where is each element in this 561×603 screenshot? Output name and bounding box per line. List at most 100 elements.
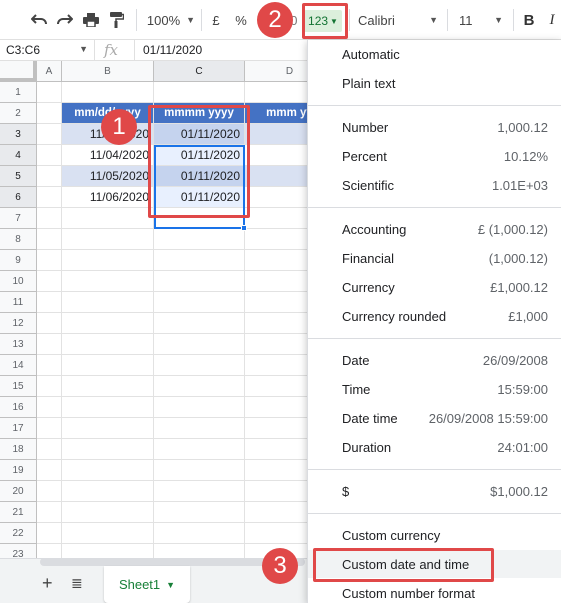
cell-b17[interactable] bbox=[62, 418, 154, 439]
cell-c5[interactable]: 01/11/2020 bbox=[154, 166, 245, 187]
menu-item-percent[interactable]: Percent 10.12% bbox=[308, 142, 561, 170]
cell-a21[interactable] bbox=[37, 502, 62, 523]
cell-c11[interactable] bbox=[154, 292, 245, 313]
add-sheet-icon[interactable]: + bbox=[42, 573, 53, 594]
row-header-12[interactable]: 12 bbox=[0, 313, 37, 334]
cell-b8[interactable] bbox=[62, 229, 154, 250]
cell-b16[interactable] bbox=[62, 397, 154, 418]
row-header-5[interactable]: 5 bbox=[0, 166, 37, 187]
cell-b23[interactable] bbox=[62, 544, 154, 558]
row-header-21[interactable]: 21 bbox=[0, 502, 37, 523]
cell-b1[interactable] bbox=[62, 82, 154, 103]
row-header-11[interactable]: 11 bbox=[0, 292, 37, 313]
row-header-17[interactable]: 17 bbox=[0, 418, 37, 439]
percent-format-button[interactable]: % bbox=[232, 8, 250, 32]
row-header-6[interactable]: 6 bbox=[0, 187, 37, 208]
zoom-select[interactable]: 100% ▼ bbox=[144, 8, 198, 32]
cell-b12[interactable] bbox=[62, 313, 154, 334]
name-box[interactable]: C3:C6 ▼ bbox=[0, 40, 95, 60]
print-icon[interactable] bbox=[80, 8, 102, 32]
font-size-select[interactable]: 11 ▼ bbox=[455, 8, 505, 32]
italic-button[interactable]: I bbox=[545, 8, 559, 32]
cell-c1[interactable] bbox=[154, 82, 245, 103]
currency-format-button[interactable]: £ bbox=[207, 8, 225, 32]
cell-b21[interactable] bbox=[62, 502, 154, 523]
cell-c19[interactable] bbox=[154, 460, 245, 481]
cell-c6[interactable]: 01/11/2020 bbox=[154, 187, 245, 208]
cell-b6[interactable]: 11/06/2020 bbox=[62, 187, 154, 208]
cell-a3[interactable] bbox=[37, 124, 62, 145]
column-header-a[interactable]: A bbox=[37, 61, 62, 82]
cell-b18[interactable] bbox=[62, 439, 154, 460]
row-header-10[interactable]: 10 bbox=[0, 271, 37, 292]
column-header-b[interactable]: B bbox=[62, 61, 154, 82]
cell-a20[interactable] bbox=[37, 481, 62, 502]
menu-item-duration[interactable]: Duration 24:01:00 bbox=[308, 433, 561, 461]
row-header-15[interactable]: 15 bbox=[0, 376, 37, 397]
row-header-19[interactable]: 19 bbox=[0, 460, 37, 481]
fill-handle[interactable] bbox=[241, 225, 247, 231]
cell-a17[interactable] bbox=[37, 418, 62, 439]
cell-a13[interactable] bbox=[37, 334, 62, 355]
row-header-18[interactable]: 18 bbox=[0, 439, 37, 460]
cell-c20[interactable] bbox=[154, 481, 245, 502]
bold-button[interactable]: B bbox=[521, 8, 537, 32]
cell-b4[interactable]: 11/04/2020 bbox=[62, 145, 154, 166]
cell-b7[interactable] bbox=[62, 208, 154, 229]
row-header-9[interactable]: 9 bbox=[0, 250, 37, 271]
row-header-2[interactable]: 2 bbox=[0, 103, 37, 124]
cell-a14[interactable] bbox=[37, 355, 62, 376]
menu-item-date-time[interactable]: Date time 26/09/2008 15:59:00 bbox=[308, 404, 561, 432]
row-header-3[interactable]: 3 bbox=[0, 124, 37, 145]
cell-a22[interactable] bbox=[37, 523, 62, 544]
cell-c9[interactable] bbox=[154, 250, 245, 271]
cell-b13[interactable] bbox=[62, 334, 154, 355]
cell-c15[interactable] bbox=[154, 376, 245, 397]
cell-a19[interactable] bbox=[37, 460, 62, 481]
row-header-23[interactable]: 23 bbox=[0, 544, 37, 558]
menu-item-accounting[interactable]: Accounting £ (1,000.12) bbox=[308, 215, 561, 243]
menu-item-custom-number-format[interactable]: Custom number format bbox=[308, 579, 561, 603]
cell-a15[interactable] bbox=[37, 376, 62, 397]
cell-c10[interactable] bbox=[154, 271, 245, 292]
select-all-corner[interactable] bbox=[0, 61, 37, 82]
menu-item-plain-text[interactable]: Plain text bbox=[308, 69, 561, 97]
cell-b10[interactable] bbox=[62, 271, 154, 292]
menu-item-automatic[interactable]: Automatic bbox=[308, 40, 561, 68]
cell-c8[interactable] bbox=[154, 229, 245, 250]
cell-b19[interactable] bbox=[62, 460, 154, 481]
cell-a6[interactable] bbox=[37, 187, 62, 208]
row-header-22[interactable]: 22 bbox=[0, 523, 37, 544]
cell-c13[interactable] bbox=[154, 334, 245, 355]
cell-b14[interactable] bbox=[62, 355, 154, 376]
menu-item-currency-rounded[interactable]: Currency rounded £1,000 bbox=[308, 302, 561, 330]
menu-item-scientific[interactable]: Scientific 1.01E+03 bbox=[308, 171, 561, 199]
cell-c16[interactable] bbox=[154, 397, 245, 418]
cell-c4[interactable]: 01/11/2020 bbox=[154, 145, 245, 166]
redo-icon[interactable] bbox=[54, 8, 76, 32]
cell-c18[interactable] bbox=[154, 439, 245, 460]
cell-c22[interactable] bbox=[154, 523, 245, 544]
cell-a16[interactable] bbox=[37, 397, 62, 418]
cell-b15[interactable] bbox=[62, 376, 154, 397]
menu-item-dollar[interactable]: $ $1,000.12 bbox=[308, 477, 561, 505]
row-header-8[interactable]: 8 bbox=[0, 229, 37, 250]
column-header-c[interactable]: C bbox=[154, 61, 245, 82]
cell-c3[interactable]: 01/11/2020 bbox=[154, 124, 245, 145]
cell-b11[interactable] bbox=[62, 292, 154, 313]
cell-c7[interactable] bbox=[154, 208, 245, 229]
cell-c2[interactable]: mmmm yyyy bbox=[154, 103, 245, 124]
cell-a9[interactable] bbox=[37, 250, 62, 271]
menu-item-custom-currency[interactable]: Custom currency bbox=[308, 521, 561, 549]
menu-item-financial[interactable]: Financial (1,000.12) bbox=[308, 244, 561, 272]
cell-a4[interactable] bbox=[37, 145, 62, 166]
row-header-20[interactable]: 20 bbox=[0, 481, 37, 502]
cell-a2[interactable] bbox=[37, 103, 62, 124]
cell-a8[interactable] bbox=[37, 229, 62, 250]
menu-item-currency[interactable]: Currency £1,000.12 bbox=[308, 273, 561, 301]
menu-item-custom-date-and-time[interactable]: Custom date and time bbox=[308, 550, 561, 578]
cell-a5[interactable] bbox=[37, 166, 62, 187]
undo-icon[interactable] bbox=[28, 8, 50, 32]
cell-c17[interactable] bbox=[154, 418, 245, 439]
paint-format-icon[interactable] bbox=[106, 8, 128, 32]
